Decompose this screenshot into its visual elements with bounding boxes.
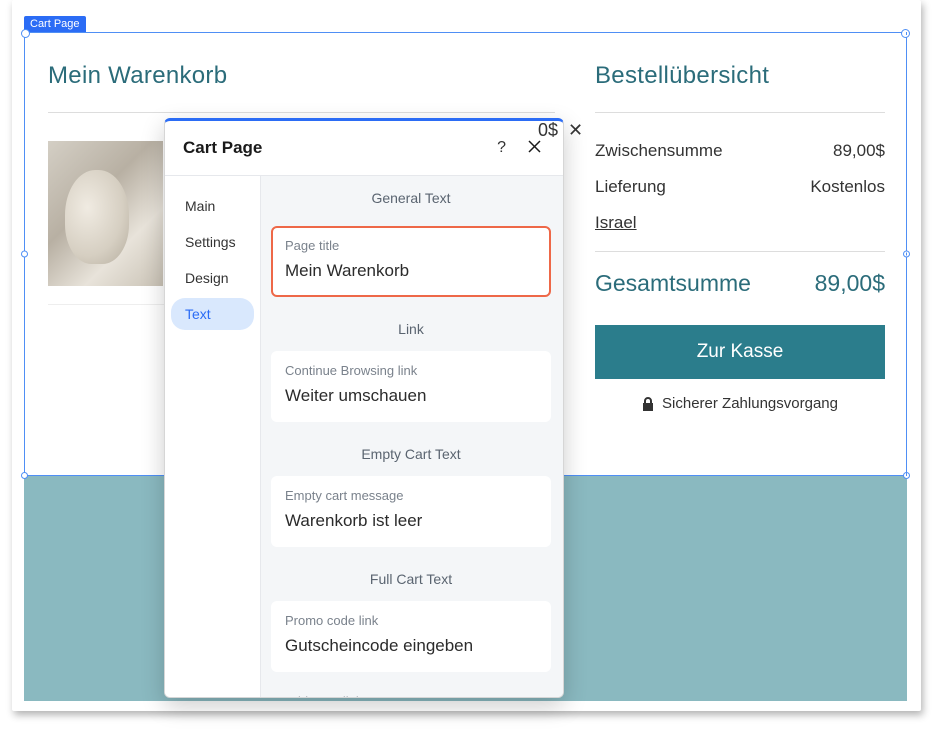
continue-browsing-label: Continue Browsing link: [285, 363, 537, 378]
add-note-label: Add Note link: [261, 682, 561, 697]
editor-canvas: Mein Warenkorb Bestellübersicht Zwischen…: [12, 0, 921, 711]
selection-label[interactable]: Cart Page: [24, 16, 86, 32]
section-link: Link: [261, 307, 561, 351]
page-title-label: Page title: [285, 238, 537, 253]
section-empty-cart: Empty Cart Text: [261, 432, 561, 476]
promo-code-value[interactable]: Gutscheincode eingeben: [285, 636, 537, 656]
tab-main[interactable]: Main: [171, 190, 254, 222]
section-general-text: General Text: [261, 176, 561, 220]
section-full-cart: Full Cart Text: [261, 557, 561, 601]
promo-code-field[interactable]: Promo code link Gutscheincode eingeben: [271, 601, 551, 672]
empty-cart-label: Empty cart message: [285, 488, 537, 503]
continue-browsing-field[interactable]: Continue Browsing link Weiter umschauen: [271, 351, 551, 422]
page-title-value[interactable]: Mein Warenkorb: [285, 261, 537, 281]
cart-page-settings-panel: Cart Page ? Main Settings Design Text Ge…: [164, 118, 564, 698]
page-title-field[interactable]: Page title Mein Warenkorb: [271, 226, 551, 297]
continue-browsing-value[interactable]: Weiter umschauen: [285, 386, 537, 406]
panel-tabs: Main Settings Design Text: [165, 176, 261, 697]
help-button[interactable]: ?: [493, 135, 510, 161]
panel-title: Cart Page: [183, 138, 493, 158]
panel-content[interactable]: General Text Page title Mein Warenkorb L…: [261, 176, 563, 697]
empty-cart-message-field[interactable]: Empty cart message Warenkorb ist leer: [271, 476, 551, 547]
close-icon: [528, 140, 541, 153]
item-price-fragment: 0$ ✕: [538, 120, 583, 141]
tab-text[interactable]: Text: [171, 298, 254, 330]
promo-code-label: Promo code link: [285, 613, 537, 628]
empty-cart-value[interactable]: Warenkorb ist leer: [285, 511, 537, 531]
tab-design[interactable]: Design: [171, 262, 254, 294]
tab-settings[interactable]: Settings: [171, 226, 254, 258]
